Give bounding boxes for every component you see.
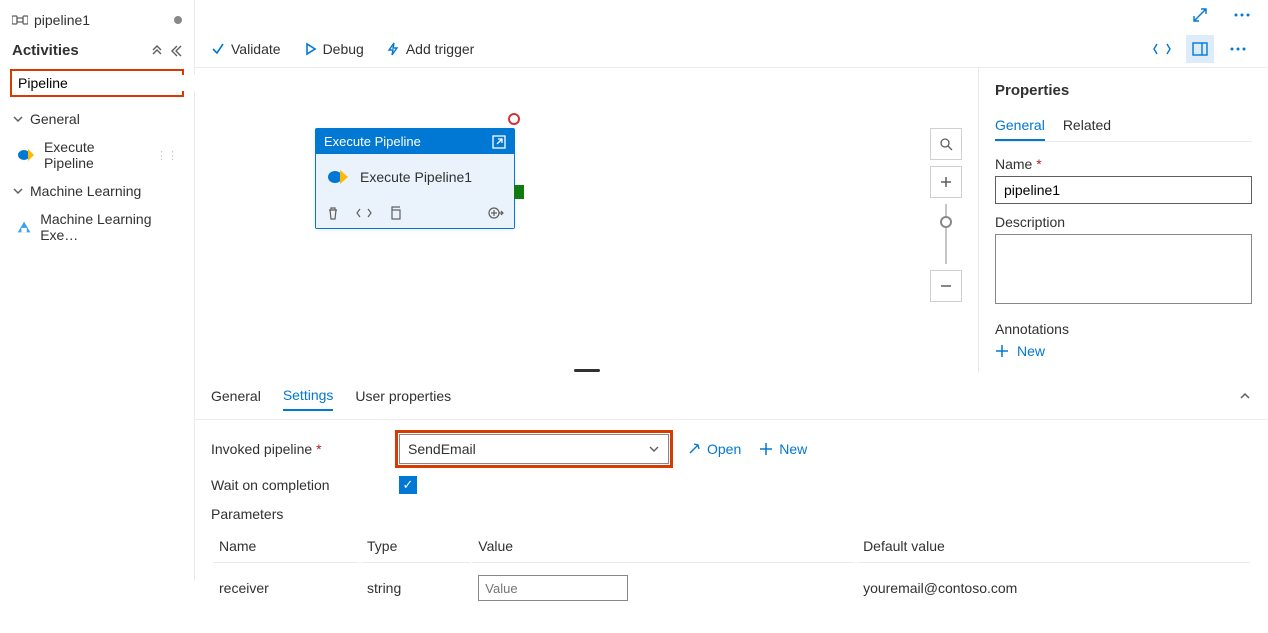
activity-ml-execute[interactable]: Machine Learning Exe… [8,205,186,249]
open-pipeline-button[interactable]: Open [687,441,741,457]
parameters-table: Name Type Value Default value receiver s… [211,528,1252,613]
group-general[interactable]: General [8,105,186,133]
node-body: Execute Pipeline1 [316,154,514,200]
annotations-label: Annotations [995,321,1252,337]
search-input[interactable] [18,75,199,91]
wait-on-completion-label: Wait on completion [211,477,381,493]
unsaved-dot-icon [174,16,182,24]
parameters-label: Parameters [211,506,1252,522]
main-area: Validate Debug Add trigger [195,0,1268,581]
collapse-bottom-icon[interactable] [1238,389,1252,403]
activities-title-row: Activities [8,34,186,65]
zoom-slider[interactable] [945,204,947,264]
chevron-down-icon [12,113,24,125]
collapse-all-icon[interactable] [150,44,164,58]
zoom-in-button[interactable] [930,166,962,198]
tab-general[interactable]: General [995,111,1045,141]
name-input[interactable] [995,176,1252,204]
actionbar: Validate Debug Add trigger [195,30,1268,68]
settings-panel: Invoked pipeline * SendEmail Open New Wa… [195,420,1268,633]
splitter-handle[interactable] [195,367,978,373]
chevron-down-icon [12,185,24,197]
delete-icon[interactable] [326,206,340,220]
code-icon[interactable] [356,206,372,220]
chevron-down-icon [648,443,660,455]
tab-related[interactable]: Related [1063,111,1111,141]
tab-user-properties[interactable]: User properties [355,382,451,410]
col-default: Default value [857,530,1250,563]
execute-pipeline-icon [16,147,36,163]
description-input[interactable] [995,234,1252,304]
more-icon[interactable] [1228,1,1256,29]
properties-tabs: General Related [995,111,1252,142]
zoom-thumb[interactable] [940,216,952,228]
param-value-input[interactable] [478,575,628,601]
fit-to-screen-button[interactable] [930,128,962,160]
zoom-tools [930,128,962,302]
expand-icon[interactable] [1186,1,1214,29]
collapse-panel-icon[interactable] [168,44,182,58]
grip-icon: ⋮⋮ [156,149,178,162]
activities-title: Activities [12,42,79,59]
activities-sidebar: pipeline1 Activities General Execute Pip… [0,0,195,581]
tab-name: pipeline1 [34,12,90,28]
more-canvas-icon[interactable] [1224,35,1252,63]
properties-toggle-icon[interactable] [1186,35,1214,63]
topbar [195,0,1268,30]
invoked-pipeline-select[interactable]: SendEmail [399,434,669,464]
copy-icon[interactable] [388,206,402,220]
activity-node[interactable]: Execute Pipeline Execute Pipeline1 [315,128,515,229]
new-annotation-button[interactable]: New [995,343,1252,359]
col-value: Value [472,530,855,563]
zoom-out-button[interactable] [930,270,962,302]
node-footer [316,200,514,228]
col-name: Name [213,530,359,563]
code-view-icon[interactable] [1148,35,1176,63]
new-pipeline-button[interactable]: New [759,441,807,457]
properties-title: Properties [995,82,1252,99]
node-header: Execute Pipeline [316,129,514,154]
table-row: receiver string youremail@contoso.com [213,565,1250,611]
validation-error-icon [508,113,520,125]
success-output-handle[interactable] [514,185,524,199]
execute-pipeline-icon [326,168,350,186]
debug-button[interactable]: Debug [303,41,364,57]
tab-general-bottom[interactable]: General [211,382,261,410]
name-label: Name * [995,156,1252,172]
activity-execute-pipeline[interactable]: Execute Pipeline ⋮⋮ [8,133,186,177]
tab-settings[interactable]: Settings [283,381,334,411]
invoked-pipeline-label: Invoked pipeline * [211,441,381,457]
add-trigger-button[interactable]: Add trigger [386,41,474,57]
tab-header: pipeline1 [8,6,186,34]
activities-search[interactable] [10,69,184,97]
add-output-icon[interactable] [488,206,504,220]
validate-button[interactable]: Validate [211,41,281,57]
group-ml[interactable]: Machine Learning [8,177,186,205]
col-type: Type [361,530,470,563]
properties-panel: Properties General Related Name * Descri… [978,68,1268,373]
open-node-icon[interactable] [492,135,506,149]
ml-icon [16,219,32,235]
canvas[interactable]: Execute Pipeline Execute Pipeline1 [195,68,978,373]
wait-on-completion-checkbox[interactable]: ✓ [399,476,417,494]
pipeline-tab-icon [12,14,28,26]
bottom-tabs: General Settings User properties [195,373,1268,420]
description-label: Description [995,214,1252,230]
